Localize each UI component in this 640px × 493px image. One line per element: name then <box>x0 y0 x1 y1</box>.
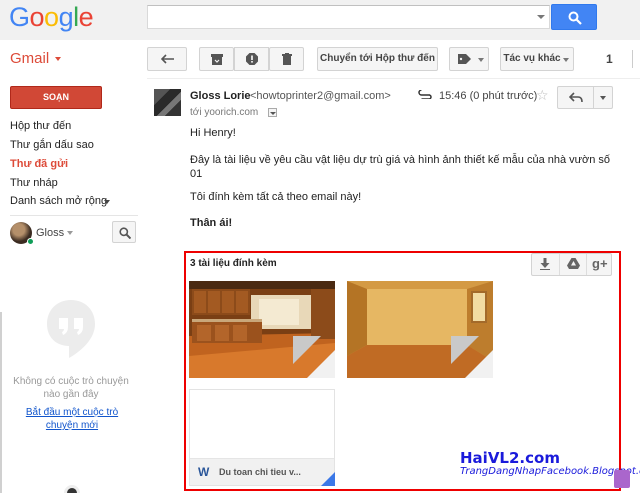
bottom-chat-icon[interactable] <box>64 485 80 493</box>
gmail-menu[interactable]: Gmail <box>10 50 49 67</box>
nav-item-sent[interactable]: Thư đã gửi <box>10 158 68 170</box>
delete-button[interactable] <box>269 47 304 71</box>
toolbar-divider <box>632 50 633 68</box>
back-button[interactable] <box>147 47 187 71</box>
search-icon <box>568 11 582 25</box>
reply-button[interactable] <box>557 86 594 109</box>
sender-avatar[interactable] <box>154 89 181 116</box>
nav-divider <box>10 215 138 216</box>
trash-icon <box>282 53 292 65</box>
panel-edge <box>0 312 2 493</box>
recipient-line: tới yoorich.com <box>190 107 259 118</box>
message-divider <box>147 78 640 79</box>
drive-icon <box>567 258 580 269</box>
chevron-down-icon <box>600 96 606 100</box>
more-actions-caret-icon <box>563 58 569 62</box>
chat-user-name[interactable]: Gloss <box>36 227 64 239</box>
more-caret-icon <box>104 200 110 204</box>
watermark-badge-icon <box>614 470 630 488</box>
document-corner-icon <box>321 472 335 486</box>
logo-letter: g <box>58 2 74 32</box>
attachment-image-kitchen[interactable] <box>189 281 335 378</box>
attachments-title: 3 tài liệu đính kèm <box>190 258 277 269</box>
chevron-down-icon <box>270 112 276 115</box>
archive-icon <box>211 54 223 65</box>
attachment-image-room[interactable] <box>347 281 493 378</box>
nav-item-more[interactable]: Danh sách mở rộng <box>10 195 107 207</box>
tag-icon <box>458 54 471 64</box>
google-logo[interactable]: Google <box>9 1 94 33</box>
report-spam-button[interactable] <box>234 47 269 71</box>
search-icon <box>119 227 131 239</box>
nav-item-starred[interactable]: Thư gắn dấu sao <box>10 139 94 151</box>
sender-email: <howtoprinter2@gmail.com> <box>250 90 391 102</box>
labels-caret-icon <box>478 58 484 62</box>
chat-search-button[interactable] <box>112 221 136 243</box>
message-closing: Thân ái! <box>190 217 233 229</box>
logo-letter: o <box>29 2 45 32</box>
download-all-button[interactable] <box>532 254 559 275</box>
page-curl <box>465 350 493 378</box>
search-button[interactable] <box>551 4 597 30</box>
logo-letter: o <box>44 2 59 32</box>
page-count: 1 <box>606 52 613 66</box>
reply-icon <box>569 92 583 103</box>
archive-button[interactable] <box>199 47 234 71</box>
star-icon[interactable]: ☆ <box>536 88 549 102</box>
share-google-plus-button[interactable]: g+ <box>586 254 613 275</box>
message-body-line: Tôi đính kèm tất cả theo email này! <box>190 191 362 203</box>
sender-name[interactable]: Gloss Lorie <box>190 90 251 102</box>
gmail-caret-icon <box>55 57 61 61</box>
recipient-details-toggle[interactable] <box>268 108 277 117</box>
more-actions-button[interactable]: Tác vụ khác <box>500 47 574 71</box>
search-options-caret-icon[interactable] <box>537 15 545 19</box>
chat-status-caret-icon[interactable] <box>67 231 73 235</box>
attachment-document[interactable]: W Du toan chi tieu v... <box>189 389 335 486</box>
paperclip-icon <box>418 90 432 99</box>
compose-button[interactable]: SOẠN <box>10 86 102 109</box>
no-chat-message: Không có cuộc trò chuyện nào gần đây <box>13 376 129 400</box>
logo-letter: G <box>9 2 30 32</box>
document-footer: W Du toan chi tieu v... <box>190 458 334 485</box>
presence-dot-icon <box>27 238 34 245</box>
message-body-line: Đây là tài liệu về yêu cầu vật liệu dự t… <box>190 154 611 166</box>
message-greeting: Hi Henry! <box>190 127 236 139</box>
back-arrow-icon <box>161 54 174 64</box>
message-time: 15:46 (0 phút trước) <box>439 90 538 102</box>
top-bar: Google <box>0 0 640 40</box>
download-icon <box>540 258 550 270</box>
search-input[interactable] <box>147 5 550 29</box>
move-to-inbox-button[interactable]: Chuyển tới Hộp thư đến <box>317 47 438 71</box>
save-to-drive-button[interactable] <box>559 254 586 275</box>
page-curl <box>307 350 335 378</box>
document-name: Du toan chi tieu v... <box>219 467 301 477</box>
watermark-subtitle: TrangDangNhapFacebook.Blogspot.com <box>460 466 640 477</box>
move-to-inbox-label: Chuyển tới Hộp thư đến <box>320 53 435 64</box>
attachments-actions: g+ <box>531 253 612 276</box>
spam-icon <box>246 53 258 65</box>
message-more-button[interactable] <box>593 86 613 109</box>
watermark-title: HaiVL2.com <box>460 449 560 467</box>
google-plus-icon: g+ <box>592 256 608 271</box>
labels-button[interactable] <box>449 47 489 71</box>
hangouts-icon <box>47 300 95 358</box>
message-body-line: 01 <box>190 168 203 180</box>
logo-letter: e <box>78 2 94 32</box>
nav-item-drafts[interactable]: Thư nháp <box>10 177 58 189</box>
nav-item-inbox[interactable]: Hộp thư đến <box>10 120 71 132</box>
start-chat-link[interactable]: Bắt đầu một cuộc trò chuyện mới <box>14 406 130 432</box>
more-actions-label: Tác vụ khác <box>503 53 561 64</box>
word-icon: W <box>198 465 210 479</box>
